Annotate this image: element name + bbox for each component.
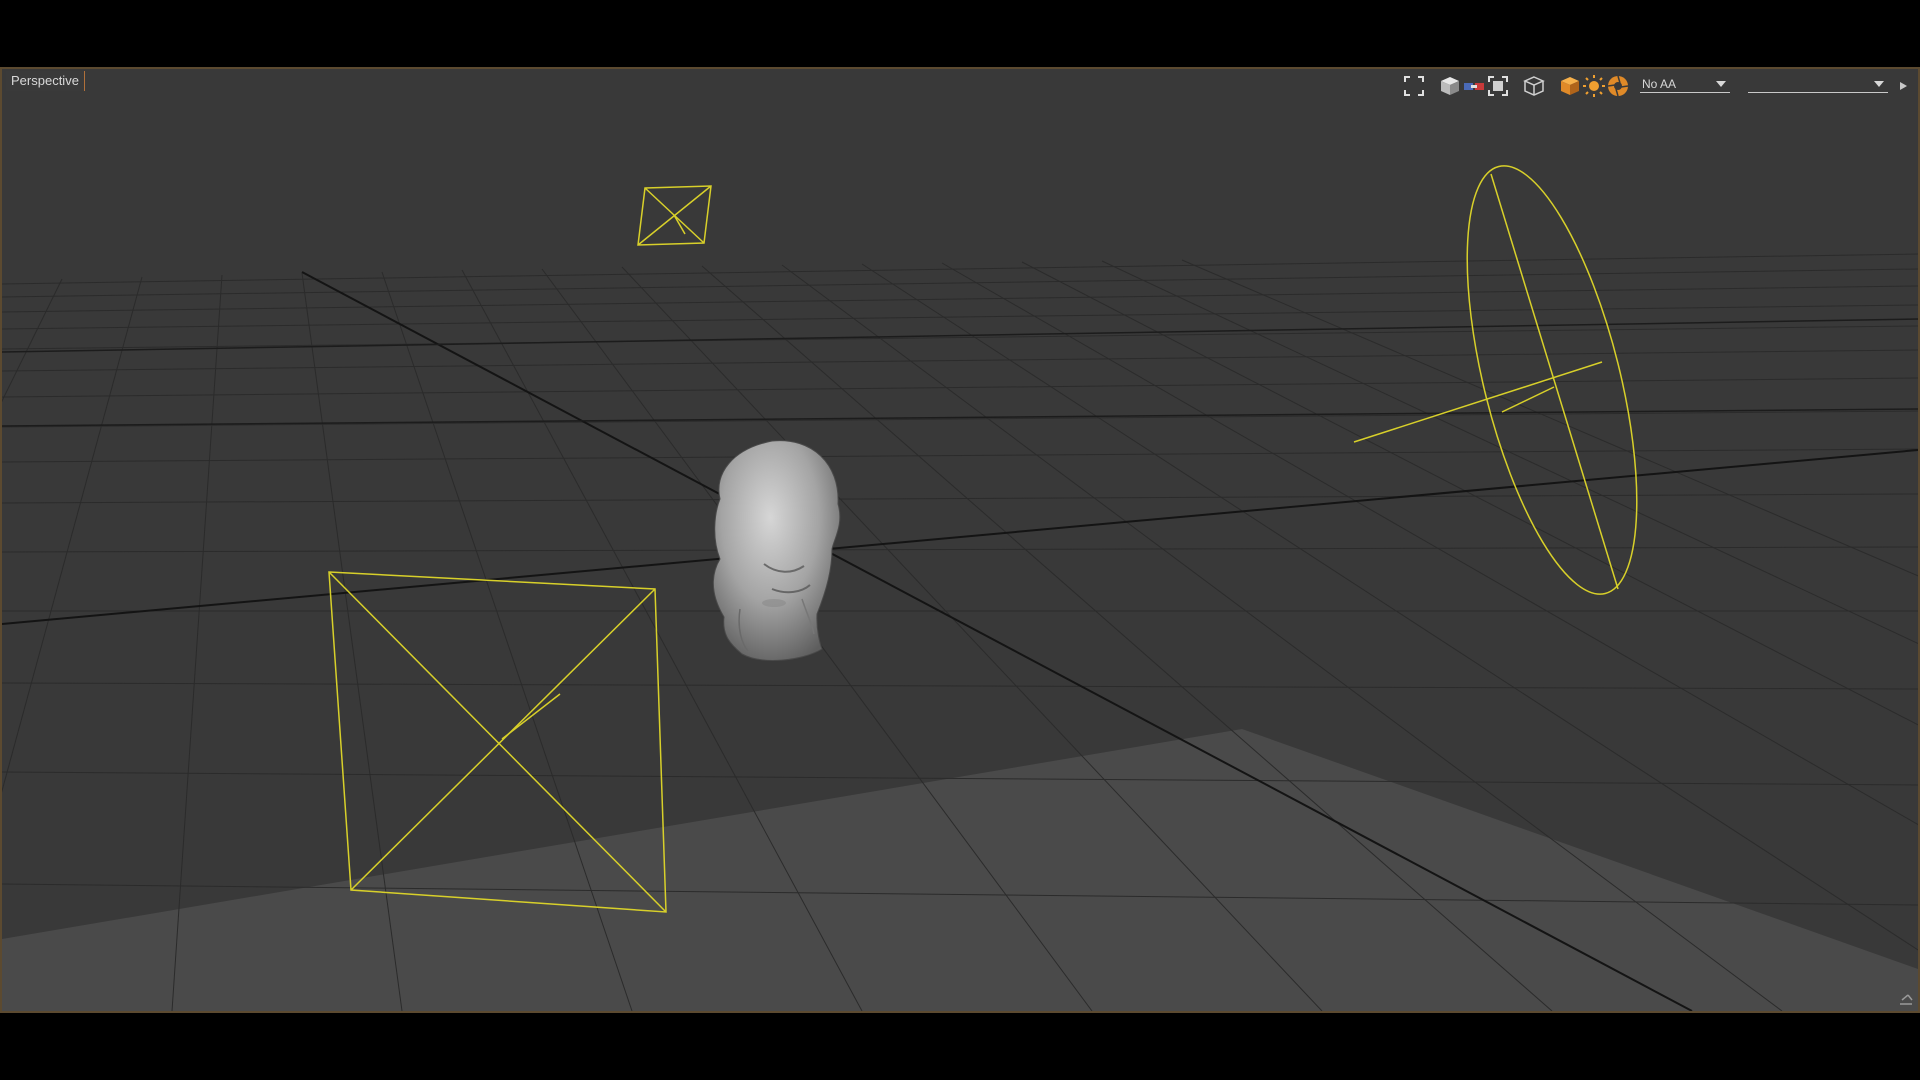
aperture-icon[interactable] [1606,74,1630,98]
scene-canvas[interactable] [2,69,1918,1011]
x-axis-line [2,449,1918,625]
solid-cube-icon[interactable] [1438,74,1462,98]
shaded-cube-icon[interactable] [1558,74,1582,98]
perspective-viewport[interactable]: Perspective No AA [0,67,1920,1013]
chevron-down-icon [1874,81,1884,87]
expand-arrow-icon[interactable] [1896,74,1912,98]
secondary-dropdown[interactable] [1748,75,1888,93]
head-model[interactable] [712,440,841,661]
camera-link-icon[interactable] [1462,74,1486,98]
floor-shadow-plane [2,729,1918,1011]
chevron-down-icon [1716,81,1726,87]
sun-icon[interactable] [1582,74,1606,98]
grid-major-line [2,318,1918,353]
secondary-dropdown-value [1748,77,1750,91]
view-name-tab[interactable]: Perspective [6,71,85,91]
frame-icon[interactable] [1486,74,1510,98]
fullscreen-icon[interactable] [1402,74,1426,98]
spotlight-wireframe[interactable] [1353,150,1671,610]
wireframe-cube-icon[interactable] [1522,74,1546,98]
viewport-toolbar: No AA [1358,69,1918,99]
antialias-dropdown-value: No AA [1642,77,1677,91]
camera-far-wireframe[interactable] [637,185,712,246]
antialias-dropdown[interactable]: No AA [1640,75,1730,93]
